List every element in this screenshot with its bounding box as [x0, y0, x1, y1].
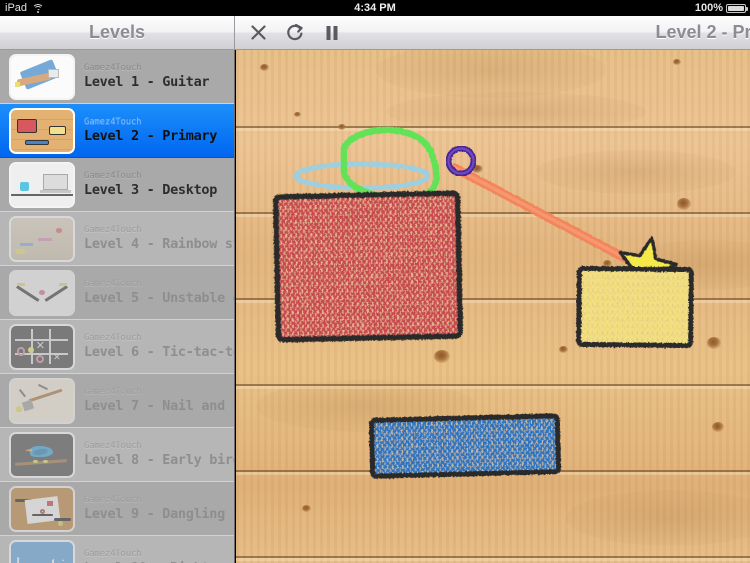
- levels-sidebar[interactable]: Gamez4Touch Level 1 - Guitar Gamez4Touch Le…: [0, 50, 235, 563]
- level-meta: Gamez4Touch Level 2 - Primary: [84, 117, 217, 144]
- sidebar-item-level-1[interactable]: Gamez4Touch Level 1 - Guitar: [0, 50, 234, 104]
- level-meta: Gamez4TouchLevel 4 - Rainbow steps: [84, 225, 234, 252]
- level-meta: Gamez4Touch Level 8 - Early bird: [84, 441, 235, 468]
- level-thumbnail: ✕ ✕: [9, 323, 75, 370]
- game-navbar: Level 2 - Primary: [235, 16, 750, 50]
- red-block[interactable]: [272, 190, 464, 343]
- sidebar-item-level-6[interactable]: ✕ ✕ Gamez4Touch Level 6 - Tic-tac-toe: [0, 320, 235, 374]
- game-scene[interactable]: [236, 50, 750, 563]
- level-name: Level 4 - Rainbow steps: [84, 236, 234, 252]
- level-meta: Gamez4Touch Level 9 - Dangling: [84, 495, 225, 522]
- level-name: Level 2 - Primary: [84, 128, 218, 144]
- level-name: Level 8 - Early bird: [84, 452, 235, 468]
- level-thumbnail: [9, 539, 75, 563]
- level-publisher: Gamez4Touch: [84, 441, 142, 451]
- level-meta: Gamez4Touch Level 3 - Desktop: [84, 171, 217, 198]
- level-name: Level 5 - Unstable ground: [84, 290, 234, 306]
- ipad-app-window: iPad 4:34 PM 100% Levels Level 2 - Pr Ga…: [0, 0, 750, 563]
- game-toolbar-buttons: [235, 22, 342, 44]
- battery-percent-label: 100%: [694, 2, 723, 14]
- sidebar-title: Levels: [88, 22, 146, 42]
- sidebar-item-level-7[interactable]: Gamez4TouchLevel 7 - Nail and hammer: [0, 374, 234, 428]
- close-icon[interactable]: [248, 22, 268, 44]
- status-bar: iPad 4:34 PM 100%: [0, 0, 750, 16]
- level-meta: Gamez4TouchLevel 7 - Nail and hammer: [84, 387, 234, 414]
- level-thumbnail: [9, 53, 75, 100]
- sidebar-item-level-5[interactable]: Gamez4TouchLevel 5 - Unstable ground: [0, 266, 234, 320]
- level-meta: Gamez4TouchLevel 5 - Unstable ground: [84, 279, 234, 306]
- level-thumbnail: [9, 107, 75, 154]
- level-thumbnail: [9, 377, 75, 424]
- blue-block[interactable]: [368, 413, 562, 479]
- sidebar-item-level-2[interactable]: Gamez4Touch Level 2 - Primary: [0, 104, 234, 158]
- yellow-block[interactable]: [576, 265, 694, 349]
- level-name: Level 3 - Desktop: [84, 182, 218, 198]
- level-thumbnail: [9, 215, 75, 262]
- restart-icon[interactable]: [285, 22, 305, 44]
- level-publisher: Gamez4Touch: [84, 225, 142, 235]
- orange-ramp[interactable]: [450, 163, 645, 271]
- level-publisher: Gamez4Touch: [84, 387, 142, 397]
- sidebar-item-level-4[interactable]: Gamez4TouchLevel 4 - Rainbow steps: [0, 212, 234, 266]
- level-publisher: Gamez4Touch: [84, 63, 142, 73]
- level-name: Level 1 - Guitar: [84, 74, 210, 90]
- level-name: Level 9 - Dangling: [84, 506, 225, 522]
- game-title: Level 2 - Primary: [655, 22, 750, 42]
- sidebar-item-level-3[interactable]: Gamez4Touch Level 3 - Desktop: [0, 158, 234, 212]
- battery-full-icon: [726, 3, 748, 13]
- sidebar-item-level-10[interactable]: Gamez4TouchLevel 10 - Right angles: [0, 536, 234, 563]
- game-objects-layer: [272, 126, 694, 479]
- blue-scribble[interactable]: [293, 161, 431, 191]
- level-publisher: Gamez4Touch: [84, 279, 142, 289]
- level-meta: Gamez4TouchLevel 10 - Right angles: [84, 549, 234, 563]
- level-name: Level 7 - Nail and hammer: [84, 398, 234, 414]
- sidebar-item-level-9[interactable]: Gamez4Touch Level 9 - Dangling: [0, 482, 234, 536]
- level-publisher: Gamez4Touch: [84, 117, 142, 127]
- status-bar-right: 100%: [694, 0, 748, 16]
- level-meta: Gamez4Touch Level 1 - Guitar: [84, 63, 209, 90]
- level-publisher: Gamez4Touch: [84, 549, 142, 559]
- level-publisher: Gamez4Touch: [84, 495, 142, 505]
- level-name: Level 6 - Tic-tac-toe: [84, 344, 235, 360]
- level-thumbnail: [9, 485, 75, 532]
- sidebar-item-level-8[interactable]: Gamez4Touch Level 8 - Early bird: [0, 428, 235, 482]
- level-publisher: Gamez4Touch: [84, 333, 142, 343]
- level-meta: Gamez4Touch Level 6 - Tic-tac-toe: [84, 333, 235, 360]
- sidebar-navbar: Levels: [0, 16, 235, 50]
- level-thumbnail: [9, 431, 75, 478]
- level-thumbnail: [9, 161, 75, 208]
- level-publisher: Gamez4Touch: [84, 171, 142, 181]
- status-bar-clock: 4:34 PM: [354, 2, 396, 14]
- pause-icon[interactable]: [322, 22, 342, 44]
- level-thumbnail: [9, 269, 75, 316]
